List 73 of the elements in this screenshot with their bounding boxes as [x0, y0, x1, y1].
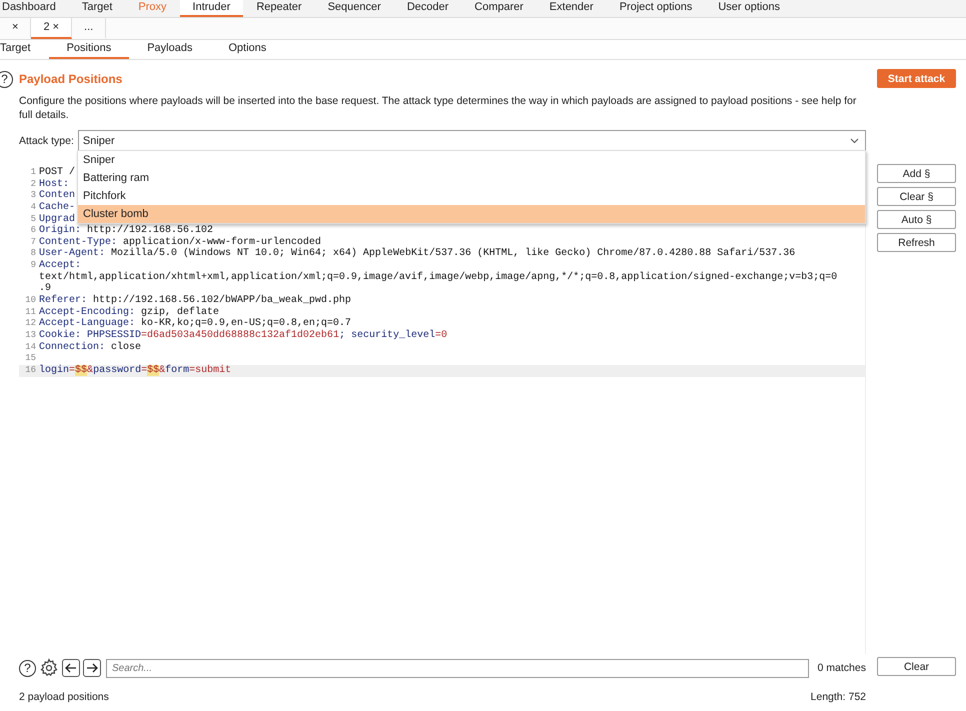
code-line: Conten [39, 190, 76, 202]
line-number: 3 [30, 190, 36, 200]
line-number: 11 [25, 306, 36, 317]
code-line: Cache- [39, 202, 76, 214]
dropdown-option[interactable]: Battering ram [78, 169, 865, 187]
code-line: Connection: close [39, 342, 142, 354]
dropdown-option[interactable]: Cluster bomb [78, 205, 865, 223]
sub-tab[interactable]: Options [210, 40, 284, 59]
line-number: 9 [30, 260, 36, 270]
code-line: text/html,application/xhtml+xml,application/xml;q=0.9,image/avif,image/webp,image/apng,*/*;q=0.8,application/signed-exchange;v=b3;q=0 [39, 272, 838, 283]
section-title: Payload Positions [19, 72, 122, 86]
main-tab[interactable]: Repeater [243, 0, 315, 17]
line-number: 14 [25, 342, 36, 352]
code-line: Origin: http://192.168.56.102 [39, 225, 214, 236]
chevron-down-icon [850, 138, 859, 144]
main-tab[interactable]: Decoder [394, 0, 462, 17]
line-number: 12 [25, 318, 36, 328]
dropdown-option[interactable]: Pitchfork [78, 187, 865, 205]
line-number: 4 [30, 202, 36, 212]
line-number: 2 [30, 178, 36, 189]
code-line: Accept: [39, 260, 82, 272]
main-tab[interactable]: Project options [606, 0, 706, 17]
clear-search-button[interactable]: Clear [877, 657, 956, 676]
dropdown-option[interactable]: Sniper [78, 151, 865, 169]
line-number: 10 [25, 295, 36, 306]
code-line: Upgrad [39, 214, 76, 225]
code-line: .9 [39, 283, 52, 294]
sub-tab[interactable]: Positions [48, 40, 130, 59]
editor-action-button[interactable]: Clear § [877, 187, 956, 206]
line-number: 16 [25, 364, 36, 375]
editor-action-button[interactable]: Add § [877, 164, 956, 183]
line-number: 7 [30, 236, 36, 247]
request-length: Length: 752 [810, 691, 866, 705]
left-arrow-icon [65, 663, 77, 673]
code-line: Content-Type: application/x-www-form-urlencoded [39, 236, 322, 248]
settings-icon[interactable] [39, 658, 59, 678]
forward-button[interactable] [83, 659, 101, 677]
main-tab[interactable]: Comparer [462, 0, 536, 17]
line-number: 5 [30, 214, 36, 224]
attack-type-label: Attack type: [19, 134, 74, 146]
code-line: POST / [39, 167, 76, 179]
match-count: 0 matches [818, 662, 866, 674]
code-line: Accept-Encoding: gzip, deflate [39, 306, 220, 318]
back-button[interactable] [62, 659, 80, 677]
main-tab[interactable]: Target [68, 0, 126, 17]
code-line: Host: [39, 178, 70, 190]
payload-position-count: 2 payload positions [19, 691, 109, 705]
help-icon[interactable]: ? [0, 70, 13, 88]
help-icon[interactable]: ? [19, 660, 36, 676]
sub-tab[interactable]: Target [0, 40, 49, 59]
line-number: 15 [25, 353, 36, 364]
code-line: User-Agent: Mozilla/5.0 (Windows NT 10.0; Win64; x64) AppleWebKit/537.36 (KHTML, like Gecko) Chrome/87.0.4280.88 Safari/537.36 [39, 248, 796, 260]
main-tab[interactable]: Extender [536, 0, 606, 17]
line-number: 1 [30, 167, 36, 177]
code-line: Cookie: PHPSESSID=d6ad503a450dd68888c132af1d02eb61; security_level=0 [39, 330, 448, 342]
code-line: login=$$&password=$$&form=submit [39, 364, 232, 377]
editor-action-button[interactable]: Refresh [877, 233, 956, 252]
description: Configure the positions where payloads will be inserted into the base request. The attack type determines the way in which payloads are assigned to payload positions - see help for full details. [19, 94, 858, 122]
attack-tab[interactable]: 2 × [31, 18, 72, 39]
search-field[interactable]: Search... [106, 658, 809, 678]
main-tab[interactable]: Intruder [180, 0, 244, 17]
attack-tab[interactable]: ... [72, 18, 106, 39]
right-arrow-icon [86, 663, 98, 673]
line-number: 6 [30, 225, 36, 236]
main-tab[interactable]: User options [705, 0, 793, 17]
main-tab[interactable]: Dashboard [0, 0, 69, 17]
line-number: 13 [25, 330, 36, 340]
code-line: Referer: http://192.168.56.102/bWAPP/ba_weak_pwd.php [39, 295, 352, 306]
main-tab[interactable]: Sequencer [314, 0, 394, 17]
line-number: 8 [30, 248, 36, 258]
sub-tab[interactable]: Payloads [129, 40, 210, 59]
editor-action-button[interactable]: Auto § [877, 210, 956, 229]
code-line: Accept-Language: ko-KR,ko;q=0.9,en-US;q=0.8,en;q=0.7 [39, 318, 352, 330]
